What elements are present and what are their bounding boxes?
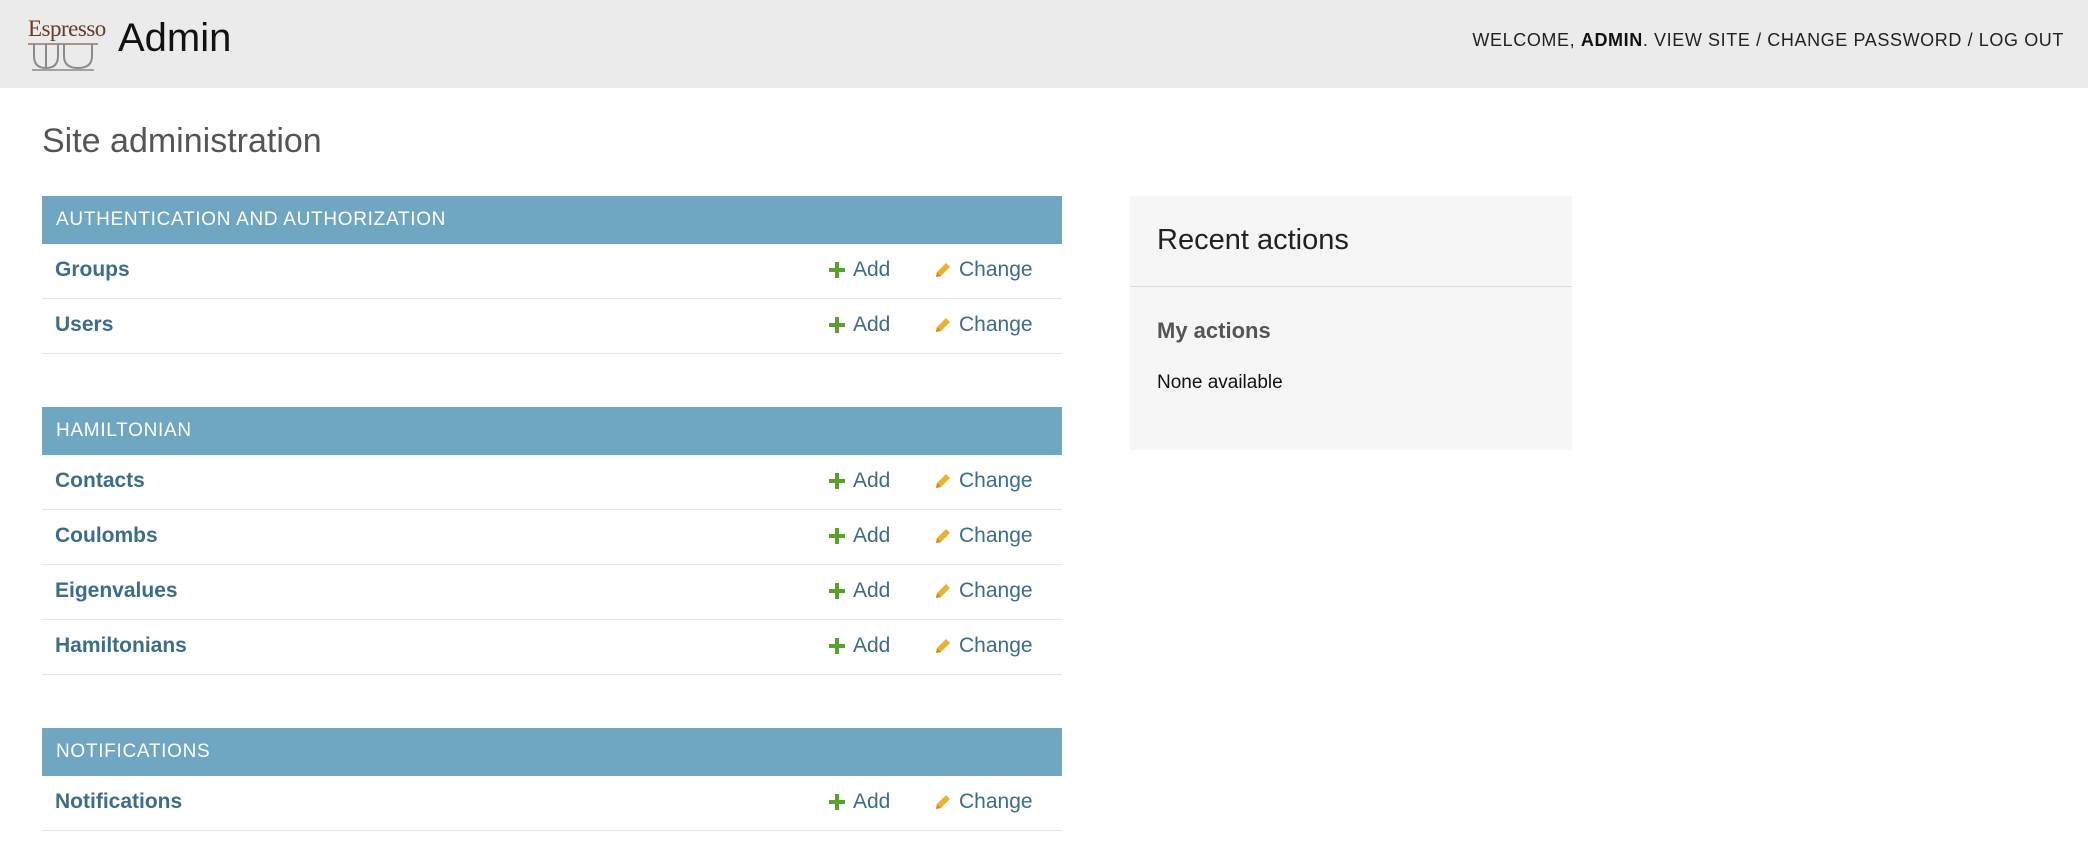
my-actions-title: My actions <box>1157 318 1271 343</box>
espresso-logo[interactable]: Espresso <box>28 16 106 72</box>
change-password-link[interactable]: CHANGE PASSWORD <box>1767 30 1962 50</box>
change-label: Change <box>959 524 1033 547</box>
add-label: Add <box>853 579 891 602</box>
module-caption[interactable]: NOTIFICATIONS <box>42 728 1062 776</box>
plus-icon <box>829 473 845 489</box>
pencil-icon <box>936 529 950 543</box>
pencil-icon <box>936 639 950 653</box>
change-label: Change <box>959 634 1033 657</box>
change-label: Change <box>959 313 1033 336</box>
site-title[interactable]: Admin <box>118 16 231 61</box>
table-row: Groups Add Change <box>42 244 1062 299</box>
welcome-suffix: . <box>1642 30 1655 50</box>
model-link-groups[interactable]: Groups <box>55 258 130 282</box>
table-row: Hamiltonians Add Change <box>42 620 1062 675</box>
add-button[interactable]: Add <box>828 579 890 603</box>
table-row: Contacts Add Change <box>42 455 1062 510</box>
recent-actions-title: Recent actions <box>1157 224 1349 256</box>
welcome-prefix: WELCOME, <box>1472 30 1581 50</box>
add-button[interactable]: Add <box>828 634 890 658</box>
pencil-icon <box>936 584 950 598</box>
model-link-notifications[interactable]: Notifications <box>55 790 182 814</box>
plus-icon <box>829 262 845 278</box>
page-title: Site administration <box>42 122 322 160</box>
pencil-icon <box>936 263 950 277</box>
pencil-icon <box>936 318 950 332</box>
add-label: Add <box>853 790 891 813</box>
change-button[interactable]: Change <box>934 579 1033 603</box>
plus-icon <box>829 583 845 599</box>
module-auth: AUTHENTICATION AND AUTHORIZATION Groups … <box>42 196 1062 354</box>
logo-text: Espresso <box>28 16 106 41</box>
separator: / <box>1750 30 1768 50</box>
model-link-hamiltonians[interactable]: Hamiltonians <box>55 634 187 658</box>
log-out-link[interactable]: LOG OUT <box>1979 30 2064 50</box>
pencil-icon <box>936 474 950 488</box>
model-link-coulombs[interactable]: Coulombs <box>55 524 158 548</box>
change-label: Change <box>959 790 1033 813</box>
user-tools: WELCOME, ADMIN. VIEW SITE / CHANGE PASSW… <box>1472 30 2064 51</box>
module-caption[interactable]: HAMILTONIAN <box>42 407 1062 455</box>
change-button[interactable]: Change <box>934 469 1033 493</box>
change-label: Change <box>959 258 1033 281</box>
username: ADMIN <box>1580 30 1643 50</box>
table-row: Notifications Add Change <box>42 776 1062 831</box>
change-button[interactable]: Change <box>934 790 1033 814</box>
add-label: Add <box>853 313 891 336</box>
add-label: Add <box>853 634 891 657</box>
change-button[interactable]: Change <box>934 524 1033 548</box>
plus-icon <box>829 528 845 544</box>
add-button[interactable]: Add <box>828 790 890 814</box>
change-button[interactable]: Change <box>934 313 1033 337</box>
plus-icon <box>829 638 845 654</box>
module-hamiltonian: HAMILTONIAN Contacts Add Change Coulombs… <box>42 407 1062 675</box>
plus-icon <box>829 794 845 810</box>
pencil-icon <box>936 795 950 809</box>
divider <box>1130 286 1572 287</box>
model-link-contacts[interactable]: Contacts <box>55 469 145 493</box>
empty-state-text: None available <box>1157 372 1283 393</box>
change-button[interactable]: Change <box>934 634 1033 658</box>
model-link-users[interactable]: Users <box>55 313 113 337</box>
add-button[interactable]: Add <box>828 524 890 548</box>
add-label: Add <box>853 524 891 547</box>
table-row: Eigenvalues Add Change <box>42 565 1062 620</box>
table-row: Coulombs Add Change <box>42 510 1062 565</box>
view-site-link[interactable]: VIEW SITE <box>1654 30 1750 50</box>
site-header: Espresso Admin WELCOME, ADMIN. VIEW SITE… <box>0 0 2088 88</box>
add-button[interactable]: Add <box>828 258 890 282</box>
separator: / <box>1961 30 1979 50</box>
table-row: Users Add Change <box>42 299 1062 354</box>
model-link-eigenvalues[interactable]: Eigenvalues <box>55 579 178 603</box>
change-label: Change <box>959 469 1033 492</box>
add-label: Add <box>853 258 891 281</box>
module-caption[interactable]: AUTHENTICATION AND AUTHORIZATION <box>42 196 1062 244</box>
change-label: Change <box>959 579 1033 602</box>
add-button[interactable]: Add <box>828 313 890 337</box>
module-notifications: NOTIFICATIONS Notifications Add Change <box>42 728 1062 831</box>
cups-logo-icon <box>28 43 98 71</box>
change-button[interactable]: Change <box>934 258 1033 282</box>
recent-actions-panel: Recent actions My actions None available <box>1130 196 1572 450</box>
add-label: Add <box>853 469 891 492</box>
plus-icon <box>829 317 845 333</box>
add-button[interactable]: Add <box>828 469 890 493</box>
